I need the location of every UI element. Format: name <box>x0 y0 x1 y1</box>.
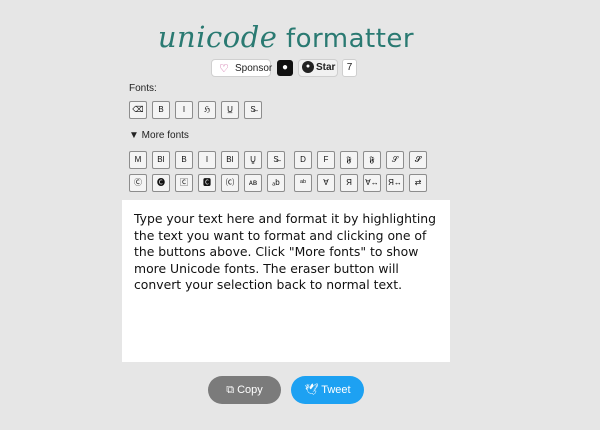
font-button[interactable]: ⒞ <box>221 174 239 192</box>
bold-button[interactable]: B <box>152 101 170 119</box>
fonts-label: Fonts: <box>129 83 157 94</box>
font-button[interactable]: 𝓢 <box>409 151 427 169</box>
text-editor[interactable]: Type your text here and format it by hig… <box>122 200 450 362</box>
more-fonts-toggle[interactable]: ▼ More fonts <box>129 130 189 141</box>
font-button[interactable]: ᴀʙ <box>244 174 262 192</box>
star-count[interactable]: 7 <box>342 59 357 77</box>
star-label: Star <box>316 62 336 73</box>
fraktur-button[interactable]: ℌ <box>198 101 216 119</box>
font-button[interactable]: Я <box>340 174 358 192</box>
font-button[interactable]: I <box>198 151 216 169</box>
font-button[interactable]: D <box>294 151 312 169</box>
font-button[interactable]: 🅒 <box>152 174 170 192</box>
copy-icon: ⧉ <box>226 384 235 396</box>
font-button[interactable]: ⇄ <box>409 174 427 192</box>
font-button[interactable]: ∀ <box>317 174 335 192</box>
github-icon[interactable]: ● <box>277 60 293 76</box>
italic-button[interactable]: I <box>175 101 193 119</box>
star-button[interactable]: ● Star <box>298 59 338 77</box>
underline-button[interactable]: U̲ <box>221 101 239 119</box>
font-button[interactable]: Я↔ <box>386 174 404 192</box>
font-button[interactable]: ∀↔ <box>363 174 381 192</box>
logo-word-formatter: formatter <box>285 24 415 54</box>
font-button[interactable]: 🄲 <box>175 174 193 192</box>
eraser-button[interactable]: ⌫ <box>129 101 147 119</box>
tweet-button[interactable]: 🕊 Tweet <box>291 376 364 404</box>
heart-icon: ♡ <box>219 63 229 75</box>
bird-icon: 🕊 <box>304 384 319 396</box>
font-button[interactable]: B <box>175 151 193 169</box>
font-button[interactable]: U̳ <box>244 151 262 169</box>
font-button[interactable]: 𝕱 <box>340 151 358 169</box>
strikethrough-button[interactable]: S̶ <box>244 101 262 119</box>
font-button[interactable]: M <box>129 151 147 169</box>
font-button[interactable]: S̶ <box>267 151 285 169</box>
sponsor-button[interactable]: ♡ Sponsor <box>211 59 273 77</box>
font-button[interactable]: BI <box>221 151 239 169</box>
font-button[interactable]: 𝕱 <box>363 151 381 169</box>
font-button[interactable]: 🅲 <box>198 174 216 192</box>
font-button[interactable]: BI <box>152 151 170 169</box>
top-bar: ♡ Sponsor ● ● Star 7 <box>0 59 572 79</box>
site-logo: unicode formatter <box>0 20 572 55</box>
copy-button[interactable]: ⧉ Copy <box>208 376 281 404</box>
font-button[interactable]: Ⓒ <box>129 174 147 192</box>
logo-word-unicode: unicode <box>157 20 278 54</box>
copy-label: Copy <box>237 384 263 396</box>
tweet-label: Tweet <box>321 384 351 396</box>
font-button[interactable]: 𝒮 <box>386 151 404 169</box>
font-button[interactable]: F <box>317 151 335 169</box>
github-small-icon: ● <box>302 61 314 73</box>
sponsor-label: Sponsor <box>235 63 273 74</box>
font-button[interactable]: ₐb <box>267 174 285 192</box>
font-button[interactable]: ᵃᵇ <box>294 174 312 192</box>
